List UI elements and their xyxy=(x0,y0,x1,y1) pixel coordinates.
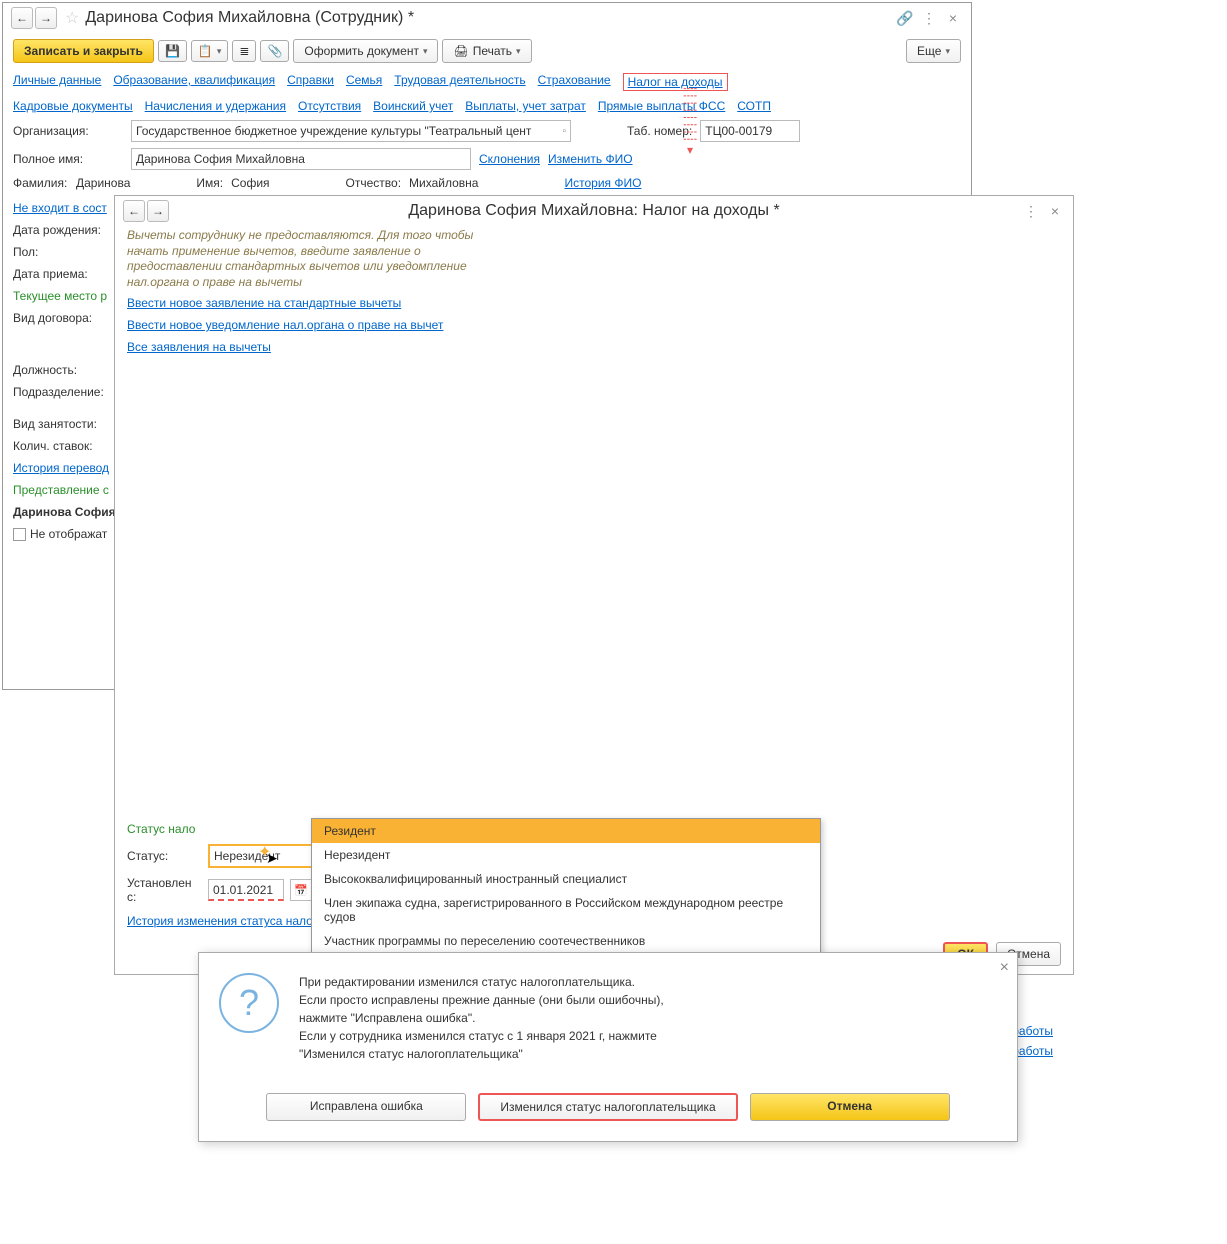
status-changed-button[interactable]: Изменился статус налогоплательщика xyxy=(478,1093,737,1121)
tab-accruals[interactable]: Начисления и удержания xyxy=(145,99,286,113)
fio-history-link[interactable]: История ФИО xyxy=(564,176,641,190)
change-fio-link[interactable]: Изменить ФИО xyxy=(548,152,633,166)
dialog-text: При редактировании изменился статус нало… xyxy=(299,973,664,1063)
save-button[interactable]: 💾 xyxy=(158,40,187,62)
dialog-close-icon[interactable]: × xyxy=(1000,959,1009,977)
question-icon: ? xyxy=(219,973,279,1033)
tab-personal[interactable]: Личные данные xyxy=(13,73,101,91)
dropdown-item-hqspecialist[interactable]: Высококвалифицированный иностранный спец… xyxy=(312,867,820,891)
all-deductions-link[interactable]: Все заявления на вычеты xyxy=(127,340,271,354)
tab-education[interactable]: Образование, квалификация xyxy=(113,73,275,91)
list-button[interactable]: ≣ xyxy=(232,40,256,62)
not-in-link[interactable]: Не входит в сост xyxy=(13,201,107,215)
forward-button-2[interactable]: → xyxy=(147,200,169,222)
menu-icon[interactable]: ⋮ xyxy=(919,8,939,28)
declension-link[interactable]: Склонения xyxy=(479,152,540,166)
patronymic-label: Отчество: xyxy=(346,176,402,190)
fullname-field[interactable]: Даринова София Михайловна xyxy=(131,148,471,170)
tab-payments[interactable]: Выплаты, учет затрат xyxy=(465,99,586,113)
new-notification-link[interactable]: Ввести новое уведомление нал.органа о пр… xyxy=(127,318,443,332)
dropdown-item-resident[interactable]: Резидент xyxy=(312,819,820,843)
dialog-cancel-button[interactable]: Отмена xyxy=(750,1093,950,1121)
close-icon[interactable]: × xyxy=(943,8,963,28)
tab-labor[interactable]: Трудовая деятельность xyxy=(394,73,525,91)
transfer-history-link[interactable]: История перевод xyxy=(13,461,109,475)
tab-military[interactable]: Воинский учет xyxy=(373,99,453,113)
fullname-label: Полное имя: xyxy=(13,152,123,166)
no-display-label: Не отображат xyxy=(30,527,107,541)
attach-button[interactable]: 📎 xyxy=(260,40,289,62)
dropdown-item-crewmember[interactable]: Член экипажа судна, зарегистрированного … xyxy=(312,891,820,929)
status-label: Статус: xyxy=(127,849,202,863)
tab-references[interactable]: Справки xyxy=(287,73,334,91)
print-button[interactable]: 🖨Печать▾ xyxy=(442,39,531,63)
error-fixed-button[interactable]: Исправлена ошибка xyxy=(266,1093,466,1121)
menu-icon-2[interactable]: ⋮ xyxy=(1021,201,1041,221)
org-label: Организация: xyxy=(13,124,123,138)
tab-sotp[interactable]: СОТП xyxy=(737,99,771,113)
close-icon-2[interactable]: × xyxy=(1045,201,1065,221)
tab-family[interactable]: Семья xyxy=(346,73,382,91)
more-button[interactable]: Еще▾ xyxy=(906,39,961,63)
document-button[interactable]: Оформить документ▾ xyxy=(293,39,438,63)
save-close-button[interactable]: Записать и закрыть xyxy=(13,39,154,63)
back-button[interactable]: ← xyxy=(11,7,33,29)
tabnum-field[interactable]: ТЦ00-00179 xyxy=(700,120,800,142)
patronymic-value: Михайловна xyxy=(409,176,478,190)
back-button-2[interactable]: ← xyxy=(123,200,145,222)
no-display-checkbox[interactable] xyxy=(13,528,26,541)
setfrom-label: Установлен с: xyxy=(127,876,202,904)
firstname-value: София xyxy=(231,176,269,190)
tab-fss[interactable]: Прямые выплаты ФСС xyxy=(598,99,725,113)
dropdown-item-resettlement[interactable]: Участник программы по переселению соотеч… xyxy=(312,929,820,953)
tab-absence[interactable]: Отсутствия xyxy=(298,99,361,113)
window-title: Даринова София Михайловна (Сотрудник) * xyxy=(85,9,891,27)
tab-income-tax[interactable]: Налог на доходы xyxy=(623,73,728,91)
clipboard-button[interactable]: 📋▾ xyxy=(191,40,228,62)
surname-label: Фамилия: xyxy=(13,176,68,190)
link-icon[interactable]: 🔗 xyxy=(895,8,915,28)
calendar-icon[interactable]: 📅 xyxy=(290,879,312,901)
surname-value: Даринова xyxy=(76,176,130,190)
info-text: Вычеты сотруднику не предоставляются. Дл… xyxy=(115,226,1073,292)
confirm-dialog: × ? При редактировании изменился статус … xyxy=(198,952,1018,1142)
new-standard-deduction-link[interactable]: Ввести новое заявление на стандартные вы… xyxy=(127,296,401,310)
annotation-arrow: ┊┊┊┊┊┊┊┊▾ xyxy=(683,85,697,157)
firstname-label: Имя: xyxy=(196,176,223,190)
tab-insurance[interactable]: Страхование xyxy=(538,73,611,91)
tab-hr-docs[interactable]: Кадровые документы xyxy=(13,99,133,113)
forward-button[interactable]: → xyxy=(35,7,57,29)
org-field[interactable]: Государственное бюджетное учреждение кул… xyxy=(131,120,571,142)
dropdown-item-nonresident[interactable]: Нерезидент xyxy=(312,843,820,867)
window2-title: Даринова София Михайловна: Налог на дохо… xyxy=(171,202,1017,220)
star-icon[interactable]: ☆ xyxy=(65,8,79,28)
setfrom-input[interactable]: 01.01.2021 xyxy=(208,879,284,901)
